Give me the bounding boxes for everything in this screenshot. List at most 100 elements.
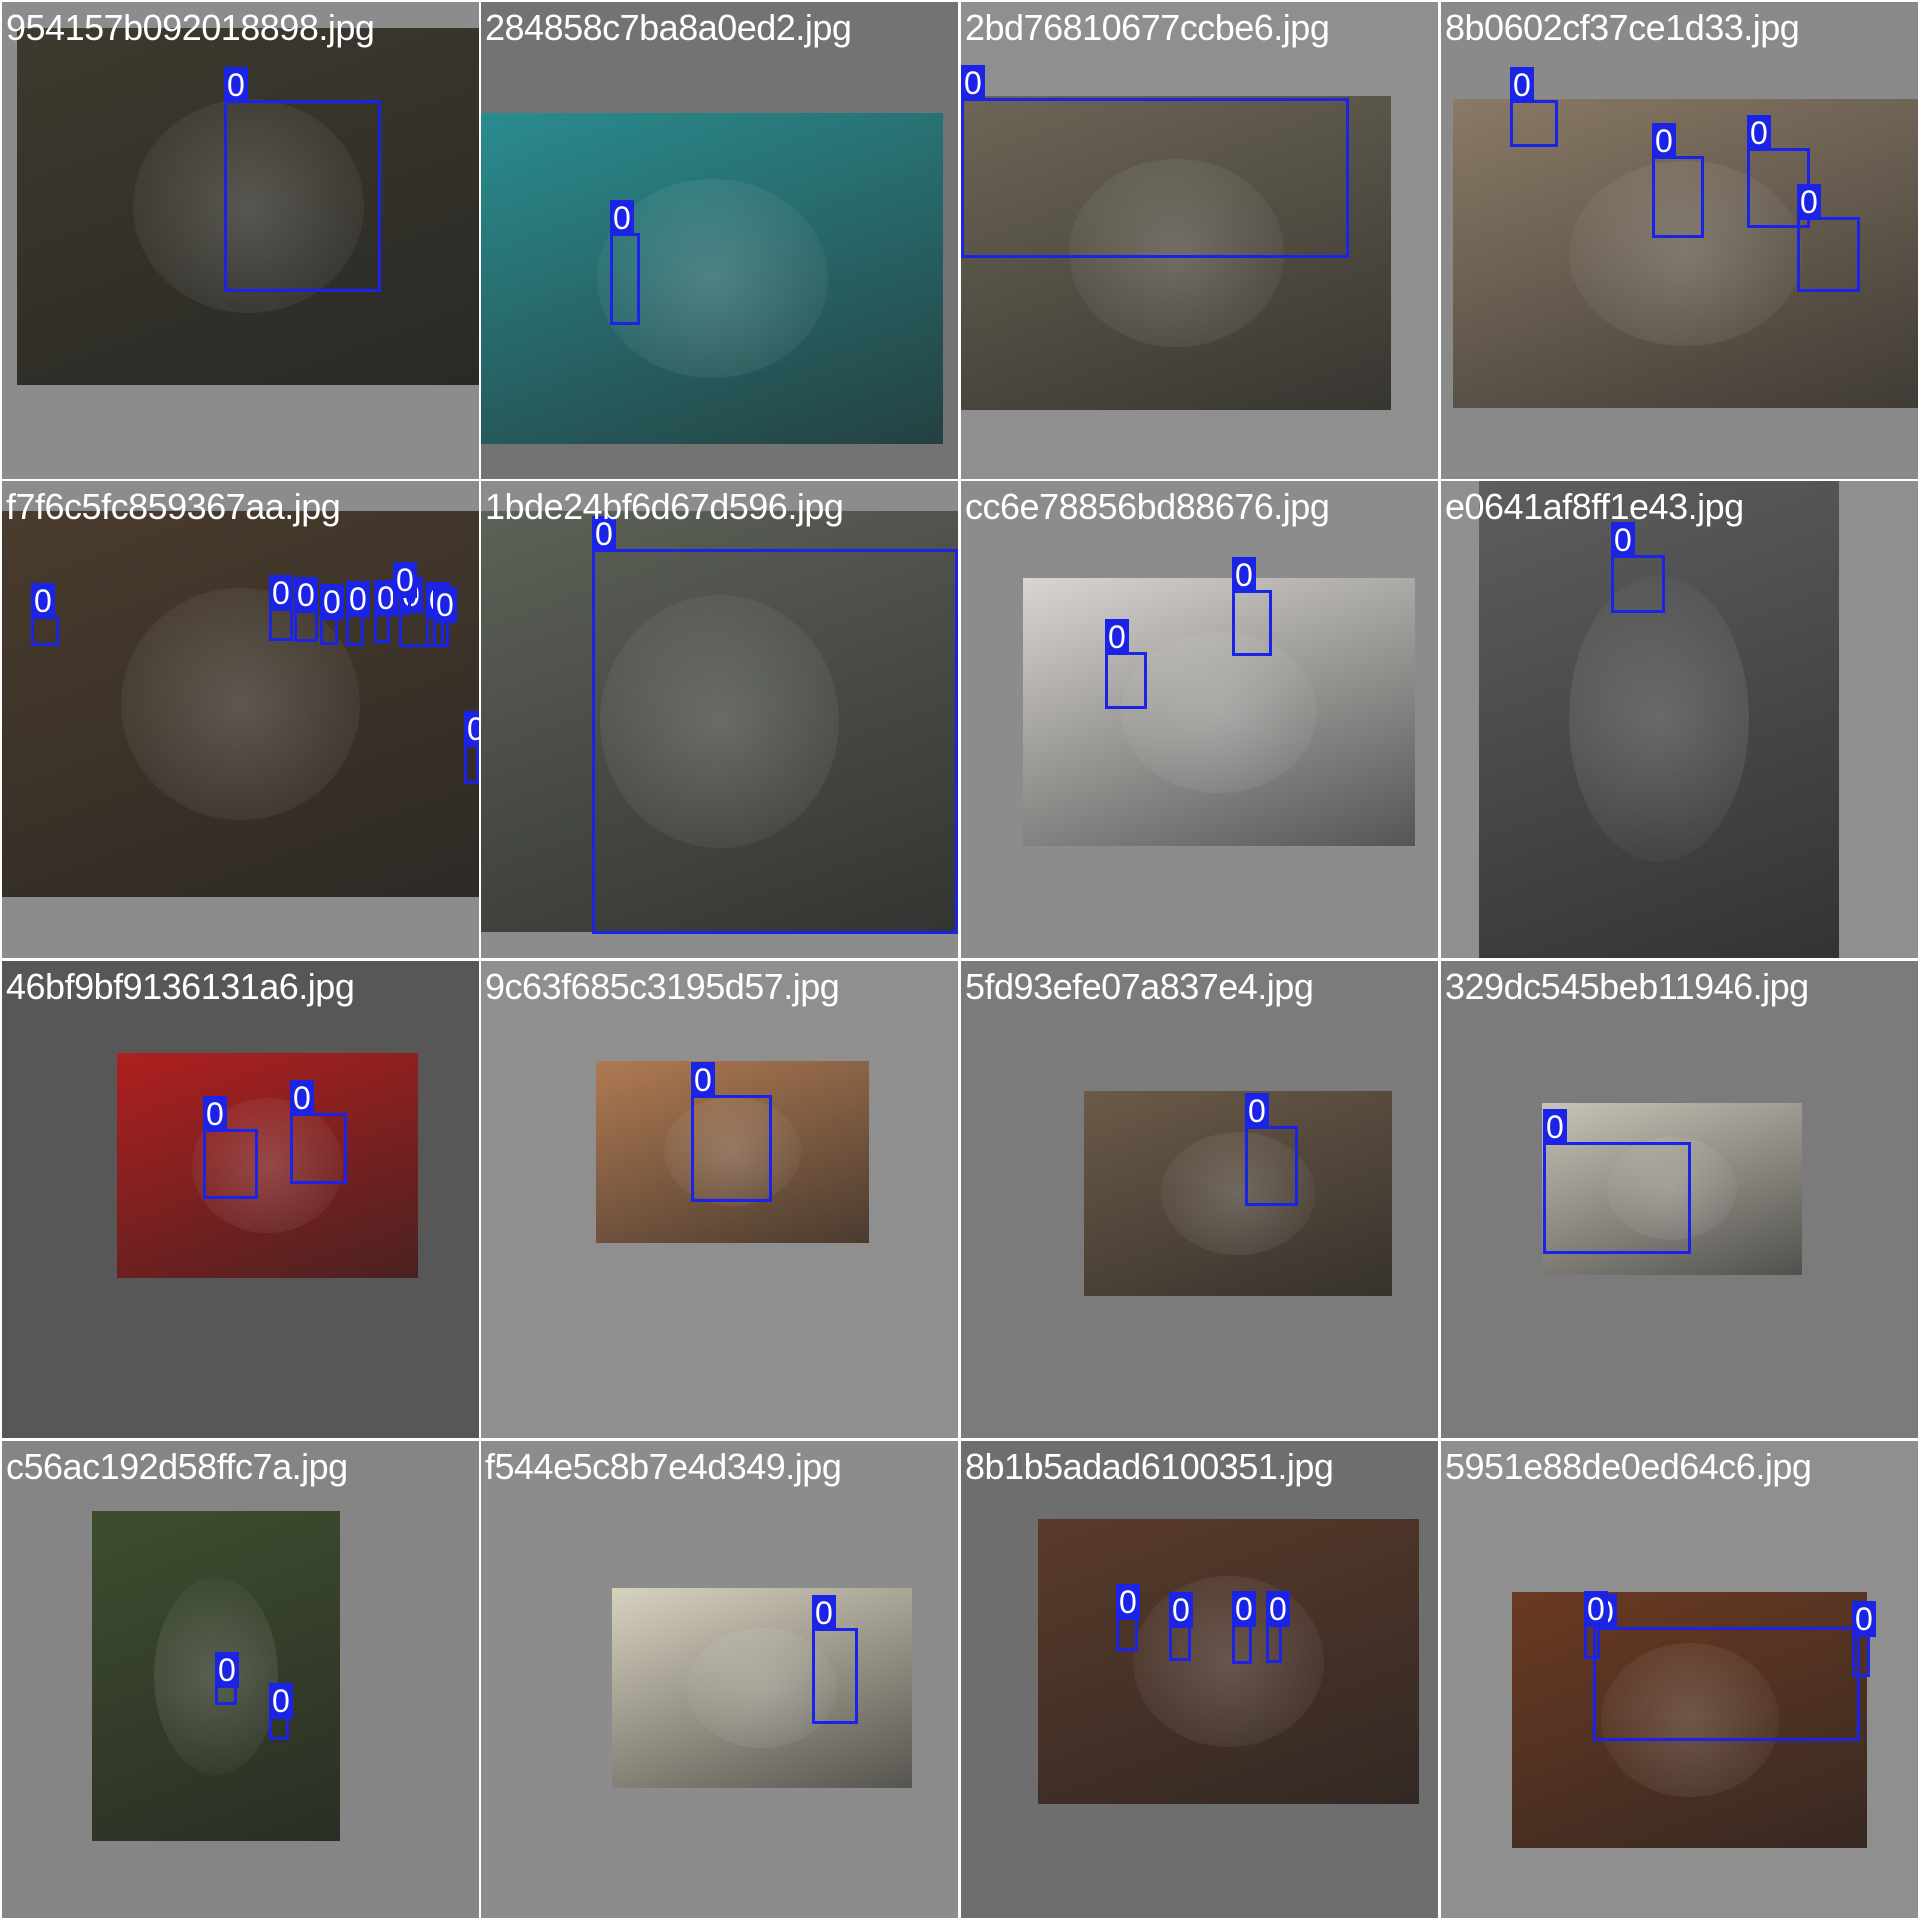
image-tile: 284858c7ba8a0ed2.jpg 0 [481,2,958,479]
image-filename: 954157b092018898.jpg [6,7,375,48]
detection-box: 0 [1232,557,1272,656]
image-filename: 8b1b5adad6100351.jpg [965,1446,1334,1487]
detection-class-label: 0 [1797,184,1821,220]
image-tile: 329dc545beb11946.jpg 0 [1441,961,1918,1438]
detection-box: 0 [1116,1584,1140,1651]
detection-class-label: 0 [433,587,457,623]
detection-class-label: 0 [1169,1592,1193,1628]
image-tile: 46bf9bf9136131a6.jpg 0 0 [2,961,479,1438]
detection-box: 0 [203,1096,258,1199]
detection-class-label: 0 [1584,1591,1608,1627]
photo-highlight [1569,576,1749,862]
detection-box: 0 [399,577,429,647]
detection-box: 0 [433,587,457,647]
detection-class-label: 0 [346,581,370,617]
photo-highlight [1121,632,1317,793]
detection-box: 0 [1852,1601,1876,1677]
detection-class-label: 0 [290,1080,314,1116]
detection-box: 0 [374,580,398,643]
detection-box: 0 [961,65,1349,258]
detection-box: 0 [1232,1591,1256,1664]
image-filename: 5951e88de0ed64c6.jpg [1445,1446,1812,1487]
image-tile: 954157b092018898.jpg 0 [2,2,479,479]
detection-box: 0 [320,584,344,645]
detection-box: 0 [1652,123,1704,238]
photo-thumbnail [612,1588,912,1788]
image-filename: 2bd76810677ccbe6.jpg [965,7,1330,48]
image-tile: e0641af8ff1e43.jpg 0 [1441,481,1918,958]
image-filename: 8b0602cf37ce1d33.jpg [1445,7,1800,48]
detection-class-label: 0 [1852,1601,1876,1637]
detection-box: 0 [290,1080,347,1184]
image-tile: 5fd93efe07a837e4.jpg 0 [961,961,1438,1438]
detection-class-label: 0 [610,200,634,236]
image-tile: 5951e88de0ed64c6.jpg000 [1441,1441,1918,1918]
detection-class-label: 0 [1116,1584,1140,1620]
detection-box: 0 [1593,1594,1860,1741]
image-filename: f544e5c8b7e4d349.jpg [485,1446,842,1487]
detection-box: 0 [294,577,318,642]
detection-box: 0 [1105,619,1147,709]
detection-class-label: 0 [215,1652,239,1688]
image-tile: 9c63f685c3195d57.jpg 0 [481,961,958,1438]
image-tile: f544e5c8b7e4d349.jpg 0 [481,1441,958,1918]
image-tile: 2bd76810677ccbe6.jpg 0 [961,2,1438,479]
detection-class-label: 0 [1652,123,1676,159]
photo-thumbnail [1038,1519,1419,1804]
detection-box: 0 [224,67,381,292]
detection-box: 0 [812,1595,858,1724]
detection-class-label: 0 [203,1096,227,1132]
detection-class-label: 0 [1105,619,1129,655]
detection-box: 0 [1510,67,1558,147]
detection-class-label: 0 [1232,557,1256,593]
image-filename: 1bde24bf6d67d596.jpg [485,486,844,527]
detection-class-label: 0 [1747,115,1771,151]
image-filename: e0641af8ff1e43.jpg [1445,486,1744,527]
detection-class-label: 0 [224,67,248,103]
detection-box: 0 [1584,1591,1608,1659]
detection-class-label: 0 [294,577,318,613]
photo-highlight [1133,1576,1324,1747]
detection-class-label: 0 [393,562,417,598]
detection-class-label: 0 [269,575,293,611]
detection-class-label: 0 [320,584,344,620]
photo-thumbnail [1479,481,1839,958]
detection-box: 0 [346,581,370,646]
detection-class-label: 0 [691,1062,715,1098]
detection-class-label: 0 [31,583,55,619]
image-filename: 46bf9bf9136131a6.jpg [6,966,355,1007]
image-tile: cc6e78856bd88676.jpg 0 0 [961,481,1438,958]
detection-box: 0 [269,1683,293,1740]
detection-box: 0 [215,1652,239,1705]
photo-thumbnail [481,113,943,444]
image-tile: 8b1b5adad6100351.jpg 0 0 0 0 [961,1441,1438,1918]
image-filename: 329dc545beb11946.jpg [1445,966,1809,1007]
detection-class-label: 0 [1543,1109,1567,1145]
photo-thumbnail [1084,1091,1392,1296]
detection-class-label: 0 [1266,1591,1290,1627]
detection-box: 0 [592,516,958,934]
detection-box: 0 [691,1062,772,1202]
detection-class-label: 0 [1510,67,1534,103]
detection-box: 0 [393,562,417,615]
detection-class-label: 0 [812,1595,836,1631]
detection-box: 0 [610,200,640,325]
detection-class-label: 0 [1245,1093,1269,1129]
image-tile: c56ac192d58ffc7a.jpg 0 0 [2,1441,479,1918]
image-filename: c56ac192d58ffc7a.jpg [6,1446,348,1487]
image-filename: 9c63f685c3195d57.jpg [485,966,840,1007]
image-tile: 8b0602cf37ce1d33.jpg 0 0 0 0 [1441,2,1918,479]
image-tile: f7f6c5fc859367aa.jpg00000000000 [2,481,479,958]
image-filename: 5fd93efe07a837e4.jpg [965,966,1314,1007]
detection-box: 0 [269,575,293,641]
detection-box: 0 [1266,1591,1290,1663]
detection-box: 0 [1543,1109,1691,1254]
detection-box: 0 [1245,1093,1298,1206]
detection-class-label: 0 [269,1683,293,1719]
detection-box: 0 [31,583,59,646]
detection-box: 0 [1169,1592,1193,1661]
image-tile: 1bde24bf6d67d596.jpg 0 [481,481,958,958]
detection-box: 0 [1611,522,1665,613]
photo-thumbnail [117,1053,418,1278]
photo-thumbnail [1023,578,1415,846]
